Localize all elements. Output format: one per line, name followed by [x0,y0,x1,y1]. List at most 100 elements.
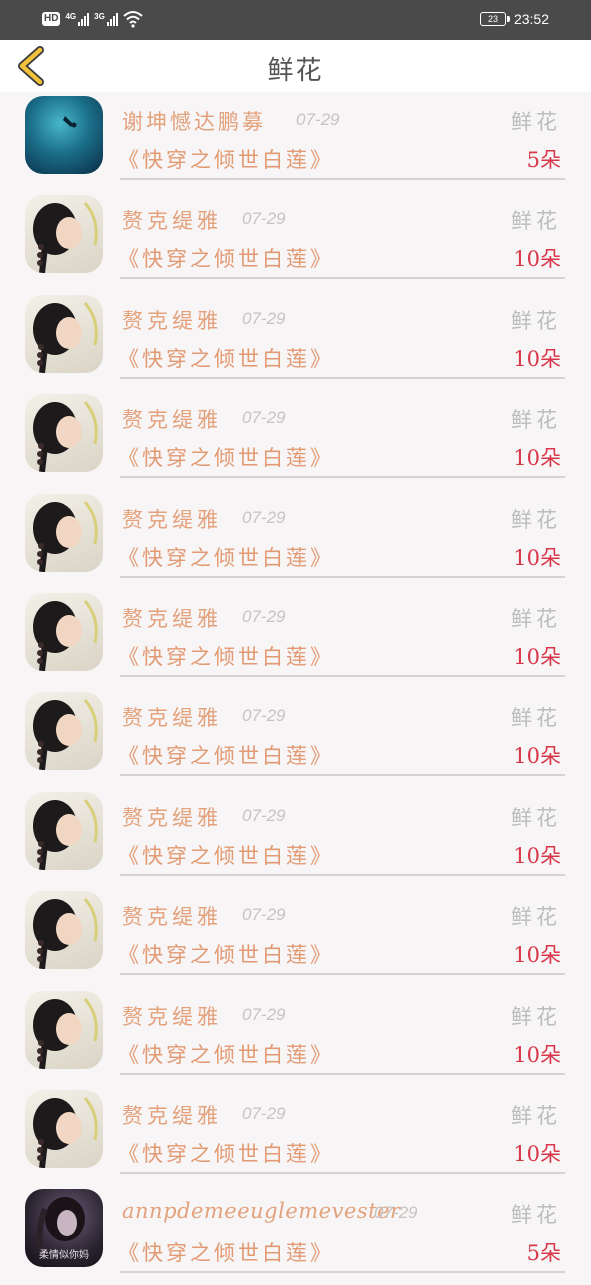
gift-count: 10朵 [513,446,561,471]
gift-count: 10朵 [513,843,561,868]
portrait-image [33,500,98,572]
gift-type: 鲜花 [511,805,561,830]
list-item[interactable]: 赘克缇雅 07-29 《快穿之倾世白莲》 鲜花 10朵 [0,987,591,1086]
avatar[interactable] [25,394,103,473]
divider [120,575,565,578]
avatar[interactable] [25,493,103,572]
donor-name[interactable]: 赘克缇雅 [122,1100,222,1130]
gift-count: 10朵 [513,545,561,570]
portrait-image [33,699,98,771]
gift-count: 10朵 [513,1042,561,1067]
book-title[interactable]: 《快穿之倾世白莲》 [118,1237,334,1267]
portrait-image [33,898,98,970]
book-title[interactable]: 《快穿之倾世白莲》 [118,243,334,273]
donor-name[interactable]: 赘克缇雅 [122,404,222,434]
signal-icon: 4G [65,11,90,26]
list-item[interactable]: 赘克缇雅 07-29 《快穿之倾世白莲》 鲜花 10朵 [0,688,591,787]
gift-date: 07-29 [242,308,286,328]
gift-date: 07-29 [374,1203,418,1223]
gift-date: 07-29 [242,606,286,626]
diver-figure [63,116,77,128]
book-title[interactable]: 《快穿之倾世白莲》 [118,144,334,174]
divider [120,973,565,976]
list-item[interactable]: 赘克缇雅 07-29 《快穿之倾世白莲》 鲜花 10朵 [0,887,591,986]
list-item[interactable]: 柔情似你妈 annpdemeeuglemevester 07-29 《快穿之倾世… [0,1185,591,1284]
portrait-image [33,401,98,473]
donor-name[interactable]: 赘克缇雅 [122,504,222,534]
avatar[interactable] [25,195,103,274]
donor-name[interactable]: 赘克缇雅 [122,702,222,732]
gift-type: 鲜花 [511,706,561,731]
list-item[interactable]: 赘克缇雅 07-29 《快穿之倾世白莲》 鲜花 10朵 [0,490,591,589]
book-title[interactable]: 《快穿之倾世白莲》 [118,641,334,671]
gift-type: 鲜花 [511,507,561,532]
avatar[interactable] [25,592,103,671]
gift-date: 07-29 [296,110,340,129]
list-item[interactable]: 赘克缇雅 07-29 《快穿之倾世白莲》 鲜花 10朵 [0,788,591,887]
gift-date: 07-29 [242,905,286,925]
divider [120,476,565,479]
divider [120,774,565,777]
avatar[interactable] [25,692,103,771]
divider [120,277,565,280]
list-item[interactable]: 赘克缇雅 07-29 《快穿之倾世白莲》 鲜花 10朵 [0,589,591,688]
book-title[interactable]: 《快穿之倾世白莲》 [118,343,334,373]
book-title[interactable]: 《快穿之倾世白莲》 [118,1039,334,1069]
gift-date: 07-29 [242,1103,286,1123]
gift-count: 10朵 [513,346,561,371]
donor-name[interactable]: 赘克缇雅 [122,901,222,931]
avatar[interactable] [25,791,103,870]
avatar-caption: 柔情似你妈 [39,1250,89,1262]
gift-type: 鲜花 [511,308,561,333]
list-item[interactable]: 赘克缇雅 07-29 《快穿之倾世白莲》 鲜花 10朵 [0,291,591,390]
gift-date: 07-29 [242,1004,286,1024]
avatar[interactable] [25,96,103,174]
donor-name[interactable]: annpdemeeuglemevester [122,1199,401,1223]
portrait-image [33,301,98,373]
list-item[interactable]: 赘克缇雅 07-29 《快穿之倾世白莲》 鲜花 10朵 [0,191,591,290]
sim1-network-label: 4G [65,11,77,21]
gift-type: 鲜花 [511,408,561,433]
avatar[interactable] [25,1089,103,1168]
donor-name[interactable]: 谢坤憾达鹏募 [122,106,266,136]
page-title: 鲜花 [267,56,324,86]
clock: 23:52 [513,11,549,27]
avatar[interactable] [25,891,103,970]
gift-type: 鲜花 [511,110,561,134]
gift-date: 07-29 [242,209,286,229]
portrait-image [33,202,98,274]
gift-date: 07-29 [242,408,286,428]
book-title[interactable]: 《快穿之倾世白莲》 [118,1138,334,1168]
divider [120,1271,565,1274]
gift-date: 07-29 [242,805,286,825]
book-title[interactable]: 《快穿之倾世白莲》 [118,939,334,969]
divider [120,178,565,180]
avatar[interactable] [25,294,103,373]
status-bar: HD 4G 3G 23 23:52 [0,0,591,40]
book-title[interactable]: 《快穿之倾世白莲》 [118,442,334,472]
status-left: HD 4G 3G [42,10,143,28]
hd-badge: HD [42,12,61,26]
book-title[interactable]: 《快穿之倾世白莲》 [118,542,334,572]
list-item[interactable]: 谢坤憾达鹏募 07-29 《快穿之倾世白莲》 鲜花 5朵 [0,92,591,191]
portrait-image [33,798,98,870]
portrait-image [33,997,98,1069]
donor-name[interactable]: 赘克缇雅 [122,802,222,832]
donor-name[interactable]: 赘克缇雅 [122,205,222,235]
donor-name[interactable]: 赘克缇雅 [122,305,222,335]
list-item[interactable]: 赘克缇雅 07-29 《快穿之倾世白莲》 鲜花 10朵 [0,390,591,489]
book-title[interactable]: 《快穿之倾世白莲》 [118,840,334,870]
list-item[interactable]: 赘克缇雅 07-29 《快穿之倾世白莲》 鲜花 10朵 [0,1086,591,1185]
avatar[interactable]: 柔情似你妈 [25,1189,103,1268]
avatar[interactable] [25,990,103,1069]
donor-name[interactable]: 赘克缇雅 [122,1001,222,1031]
gift-count: 10朵 [513,644,561,669]
wifi-icon [123,11,143,28]
divider [120,1072,565,1075]
book-title[interactable]: 《快穿之倾世白莲》 [118,740,334,770]
gift-count: 5朵 [526,148,561,172]
gift-date: 07-29 [242,507,286,527]
gift-type: 鲜花 [511,606,561,631]
divider [120,873,565,876]
donor-name[interactable]: 赘克缇雅 [122,603,222,633]
